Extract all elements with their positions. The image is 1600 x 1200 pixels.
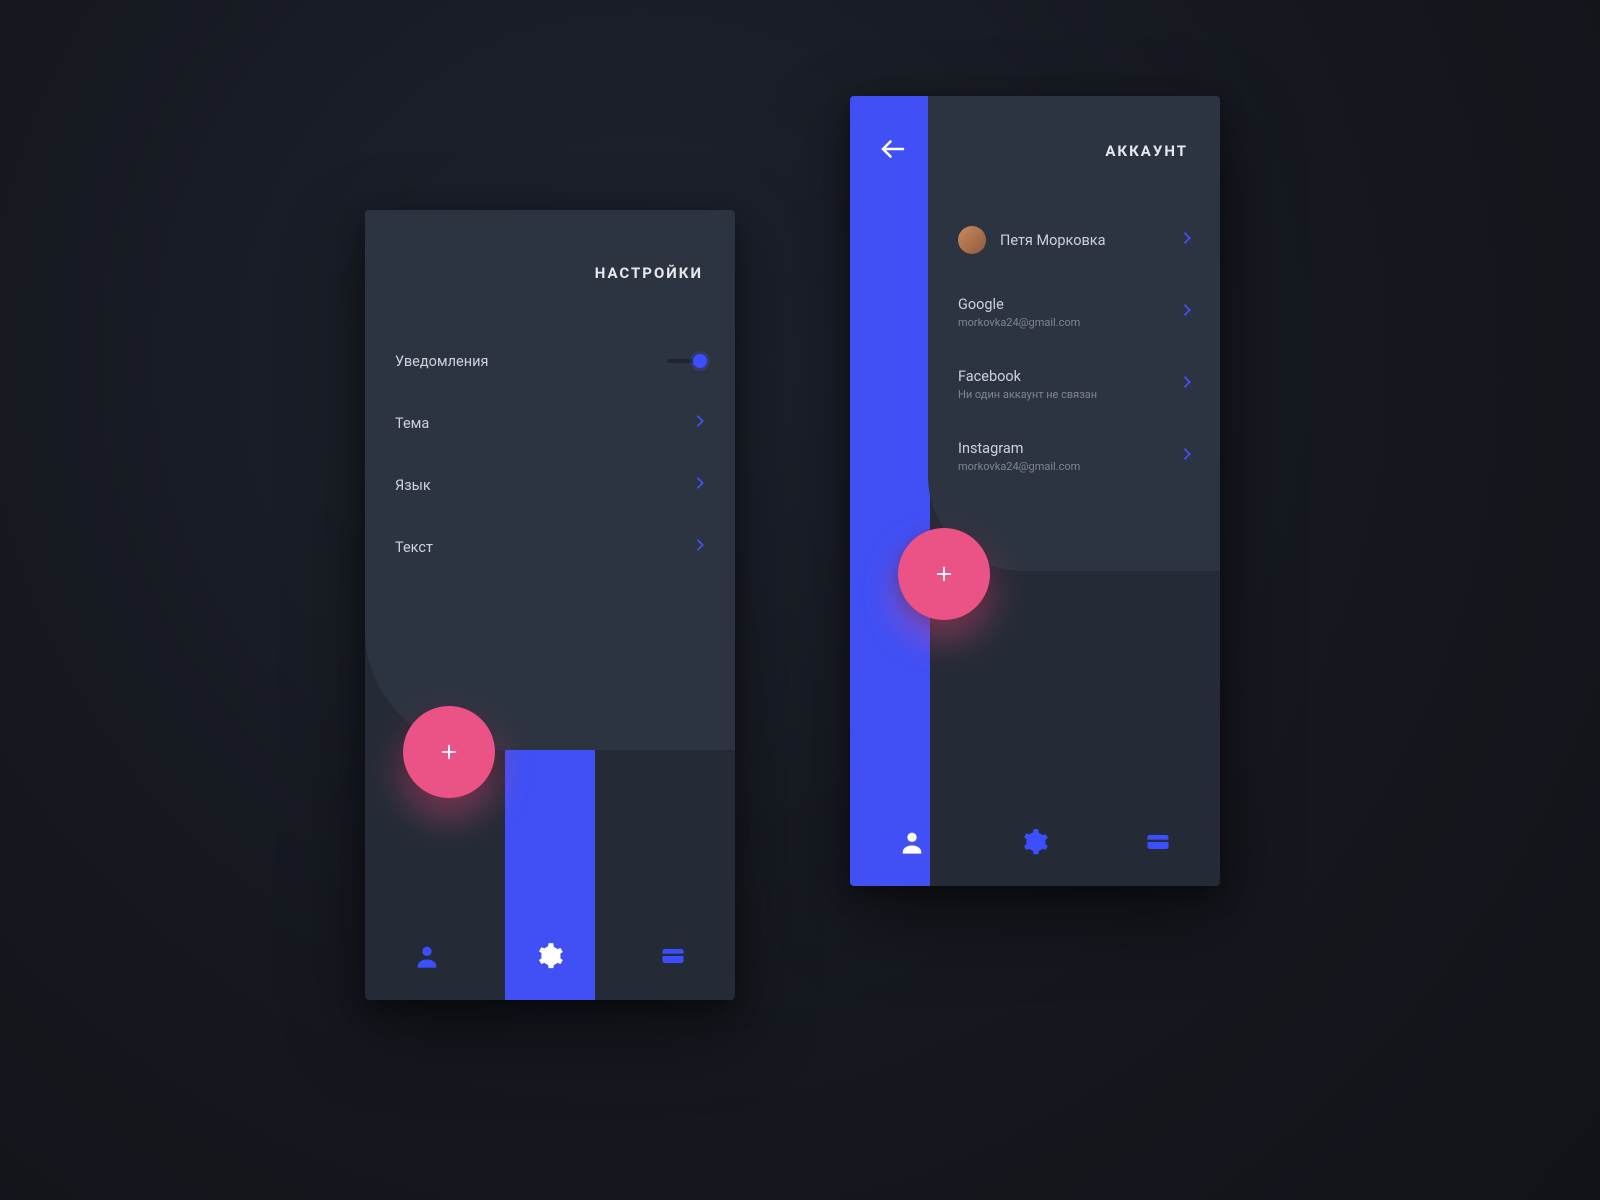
nav-card-icon[interactable] bbox=[659, 942, 687, 970]
nav-gear-icon[interactable] bbox=[1021, 828, 1049, 856]
bottom-nav bbox=[365, 942, 735, 970]
account-row-instagram[interactable]: Instagram morkovka24@gmail.com bbox=[958, 420, 1192, 492]
notifications-toggle[interactable] bbox=[667, 354, 705, 368]
add-button[interactable] bbox=[898, 528, 990, 620]
chevron-right-icon bbox=[695, 414, 705, 432]
row-label: Текст bbox=[395, 539, 433, 556]
bottom-nav bbox=[850, 828, 1220, 856]
settings-row-theme[interactable]: Тема bbox=[395, 392, 705, 454]
chevron-right-icon bbox=[1182, 375, 1192, 393]
service-detail: morkovka24@gmail.com bbox=[958, 316, 1080, 329]
nav-person-icon[interactable] bbox=[898, 828, 926, 856]
chevron-right-icon bbox=[1182, 231, 1192, 249]
settings-list: Уведомления Тема Язык Текст bbox=[395, 330, 705, 578]
settings-screen: НАСТРОЙКИ Уведомления Тема Язык Текст bbox=[365, 210, 735, 1000]
nav-card-icon[interactable] bbox=[1144, 828, 1172, 856]
settings-row-notifications[interactable]: Уведомления bbox=[395, 330, 705, 392]
chevron-right-icon bbox=[1182, 447, 1192, 465]
service-name: Google bbox=[958, 296, 1080, 313]
account-row-facebook[interactable]: Facebook Ни один аккаунт не связан bbox=[958, 348, 1192, 420]
chevron-right-icon bbox=[695, 476, 705, 494]
chevron-right-icon bbox=[695, 538, 705, 556]
active-tab-highlight bbox=[850, 96, 930, 886]
page-title: НАСТРОЙКИ bbox=[595, 264, 703, 282]
add-button[interactable] bbox=[403, 706, 495, 798]
account-list: Петя Морковка Google morkovka24@gmail.co… bbox=[958, 204, 1192, 492]
settings-row-text[interactable]: Текст bbox=[395, 516, 705, 578]
page-title: АККАУНТ bbox=[1105, 142, 1188, 160]
account-row-google[interactable]: Google morkovka24@gmail.com bbox=[958, 276, 1192, 348]
nav-gear-icon[interactable] bbox=[536, 942, 564, 970]
chevron-right-icon bbox=[1182, 303, 1192, 321]
settings-row-language[interactable]: Язык bbox=[395, 454, 705, 516]
row-label: Язык bbox=[395, 477, 431, 494]
account-row-profile[interactable]: Петя Морковка bbox=[958, 204, 1192, 276]
profile-name: Петя Морковка bbox=[1000, 232, 1106, 249]
avatar bbox=[958, 226, 986, 254]
nav-person-icon[interactable] bbox=[413, 942, 441, 970]
service-detail: morkovka24@gmail.com bbox=[958, 460, 1080, 473]
account-screen: АККАУНТ Петя Морковка Google morkovka24@… bbox=[850, 96, 1220, 886]
back-button[interactable] bbox=[878, 134, 908, 164]
toggle-knob bbox=[693, 354, 707, 368]
row-label: Уведомления bbox=[395, 353, 488, 370]
service-detail: Ни один аккаунт не связан bbox=[958, 388, 1097, 401]
service-name: Instagram bbox=[958, 440, 1080, 457]
row-label: Тема bbox=[395, 415, 429, 432]
service-name: Facebook bbox=[958, 368, 1097, 385]
